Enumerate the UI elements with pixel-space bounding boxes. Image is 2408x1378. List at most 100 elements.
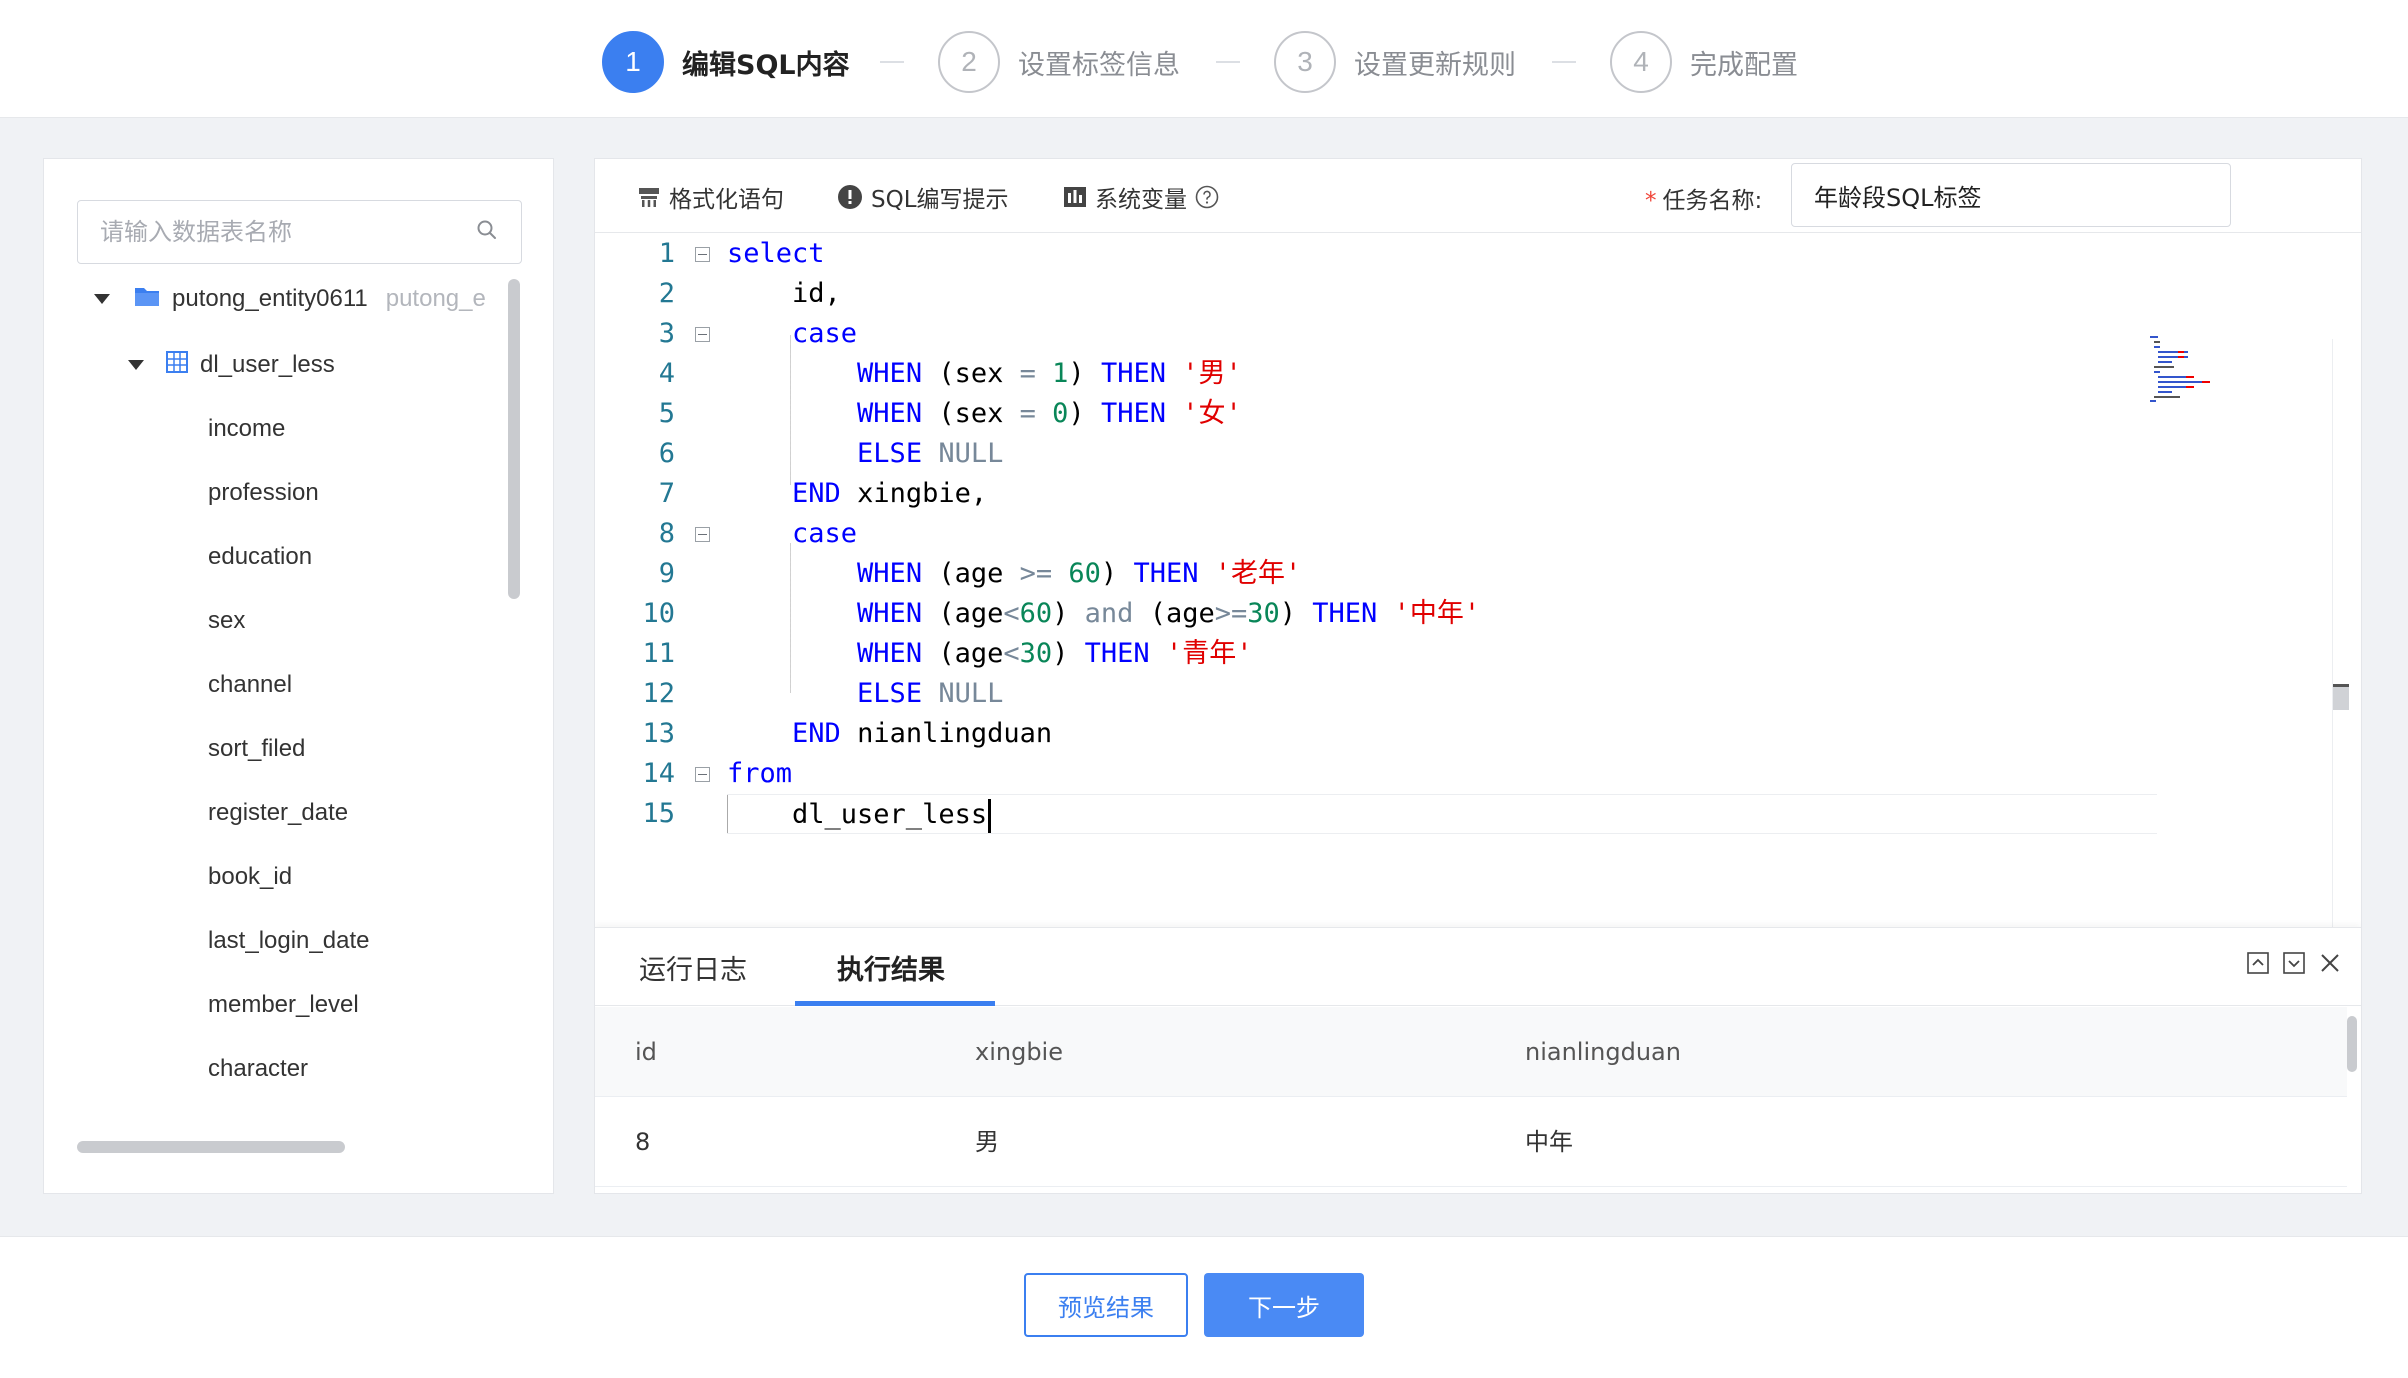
editor-scroll-track	[2332, 339, 2333, 989]
table-cell: 8	[635, 1128, 651, 1156]
system-variables-label: 系统变量	[1095, 187, 1187, 213]
collapse-down-icon[interactable]	[2283, 952, 2305, 974]
fold-toggle-icon[interactable]	[695, 247, 710, 262]
task-name-input[interactable]	[1791, 163, 2231, 227]
tree-node-table[interactable]: dl_user_less	[128, 345, 335, 385]
line-number: 9	[658, 558, 675, 589]
footer-actions: 预览结果 下一步	[0, 1236, 2408, 1378]
database-alias: putong_e	[385, 285, 486, 312]
tree-column-item[interactable]: education	[208, 537, 312, 577]
code-line: 5 WHEN (sex = 0) THEN '女'	[595, 394, 2155, 434]
expand-up-icon[interactable]	[2247, 952, 2269, 974]
tree-column-item[interactable]: member_level	[208, 985, 359, 1025]
tree-column-item[interactable]: character	[208, 1049, 308, 1089]
sql-hint-button[interactable]: SQL编写提示	[837, 181, 1009, 213]
column-label: channel	[208, 671, 293, 698]
table-cell: 男	[975, 1128, 999, 1156]
code-line: 11 WHEN (age<30) THEN '青年'	[595, 634, 2155, 674]
code-line: 4 WHEN (sex = 1) THEN '男'	[595, 354, 2155, 394]
step-1[interactable]: 1 编辑SQL内容	[602, 31, 850, 93]
column-header: xingbie	[975, 1038, 1063, 1066]
editor-scroll-marker[interactable]	[2333, 684, 2349, 710]
tree-column-item[interactable]: channel	[208, 665, 292, 705]
column-label: character	[208, 1055, 309, 1082]
column-label: profession	[208, 479, 319, 506]
tree-column-item[interactable]: book_id	[208, 857, 292, 897]
line-number: 13	[642, 718, 675, 749]
tab-execution-result[interactable]: 执行结果	[837, 948, 945, 987]
results-scrollbar[interactable]	[2347, 1016, 2357, 1072]
line-number: 4	[658, 358, 675, 389]
caret-down-icon[interactable]	[128, 360, 144, 370]
code-line: 10 WHEN (age<60) and (age>=30) THEN '中年'	[595, 594, 2155, 634]
line-number: 5	[658, 398, 675, 429]
panel-controls	[2247, 952, 2341, 974]
indent-guide	[727, 795, 728, 833]
line-number: 3	[658, 318, 675, 349]
step-1-number: 1	[602, 31, 664, 93]
editor-toolbar: 格式化语句 SQL编写提示 系统变量 * 任务名称:	[595, 159, 2361, 233]
step-3-label: 设置更新规则	[1354, 49, 1516, 81]
task-name-text: 任务名称:	[1662, 188, 1763, 214]
fold-toggle-icon[interactable]	[695, 527, 710, 542]
line-number: 2	[658, 278, 675, 309]
step-4[interactable]: 4 完成配置	[1610, 31, 1798, 93]
step-2-number: 2	[938, 31, 1000, 93]
tree-column-item[interactable]: last_login_date	[208, 921, 369, 961]
code-line: 6 ELSE NULL	[595, 434, 2155, 474]
task-name-label: * 任务名称:	[1645, 188, 1763, 214]
step-3-number: 3	[1274, 31, 1336, 93]
code-line: 7 END xingbie,	[595, 474, 2155, 514]
column-label: last_login_date	[208, 927, 370, 954]
table-row[interactable]: 8 男 中年	[595, 1097, 2347, 1187]
step-3[interactable]: 3 设置更新规则	[1274, 31, 1516, 93]
table-header-row: id xingbie nianlingduan	[595, 1007, 2347, 1097]
table-browser-panel: putong_entity0611 putong_e dl_user_less …	[43, 158, 554, 1194]
column-label: sex	[208, 607, 246, 634]
column-header: id	[635, 1038, 657, 1066]
step-connector	[1552, 61, 1576, 63]
tree-column-item[interactable]: income	[208, 409, 285, 449]
tree-column-item[interactable]: sort_filed	[208, 729, 305, 769]
code-line: 2 id,	[595, 274, 2155, 314]
code-line: 12 ELSE NULL	[595, 674, 2155, 714]
table-search-input[interactable]	[100, 218, 475, 246]
tree-column-item[interactable]: register_date	[208, 793, 348, 833]
column-label: member_level	[208, 991, 359, 1018]
line-number: 11	[642, 638, 675, 669]
next-step-button[interactable]: 下一步	[1204, 1273, 1364, 1337]
table-search-box[interactable]	[77, 200, 522, 264]
tab-run-log[interactable]: 运行日志	[639, 948, 747, 987]
caret-down-icon[interactable]	[94, 294, 110, 304]
line-number: 12	[642, 678, 675, 709]
step-2-label: 设置标签信息	[1018, 49, 1180, 81]
close-icon[interactable]	[2319, 952, 2341, 974]
system-variables-button[interactable]: 系统变量	[1063, 181, 1227, 213]
format-icon	[639, 188, 659, 207]
format-statement-button[interactable]: 格式化语句	[637, 181, 784, 213]
exclamation-icon	[838, 185, 862, 209]
tree-column-item[interactable]: profession	[208, 473, 319, 513]
tree-vertical-scrollbar[interactable]	[508, 279, 520, 599]
fold-toggle-icon[interactable]	[695, 327, 710, 342]
fold-toggle-icon[interactable]	[695, 767, 710, 782]
code-line: 13 END nianlingduan	[595, 714, 2155, 754]
folder-icon	[134, 285, 160, 314]
line-number: 8	[658, 518, 675, 549]
step-2[interactable]: 2 设置标签信息	[938, 31, 1180, 93]
code-minimap[interactable]	[2150, 334, 2240, 404]
column-label: education	[208, 543, 313, 570]
tree-node-database[interactable]: putong_entity0611 putong_e	[94, 279, 486, 319]
column-header: nianlingduan	[1525, 1038, 1681, 1066]
tree-column-item[interactable]: sex	[208, 601, 245, 641]
format-label: 格式化语句	[669, 187, 784, 213]
tree-horizontal-scrollbar[interactable]	[77, 1141, 345, 1153]
preview-result-button[interactable]: 预览结果	[1024, 1273, 1188, 1337]
code-line-gutter: 15	[595, 794, 727, 834]
line-number: 7	[658, 478, 675, 509]
active-tab-indicator	[795, 1001, 995, 1006]
help-icon[interactable]	[1195, 185, 1219, 209]
column-label: register_date	[208, 799, 349, 826]
search-icon[interactable]	[475, 218, 499, 246]
line-number: 1	[658, 238, 675, 269]
